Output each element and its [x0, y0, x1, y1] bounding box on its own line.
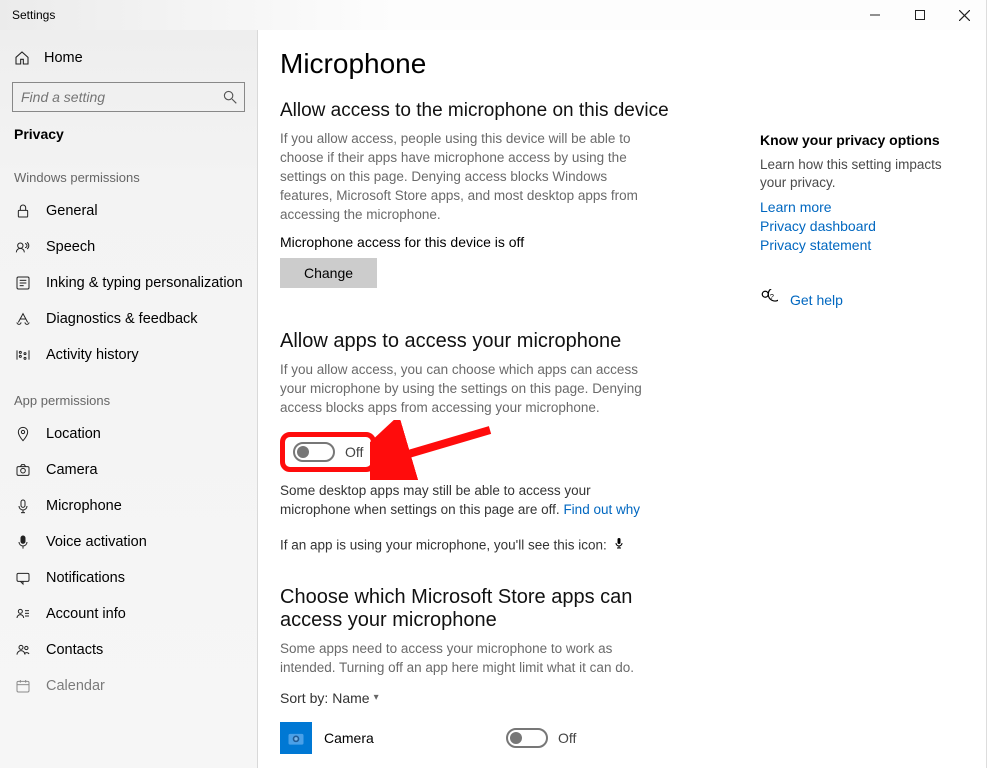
- sort-by[interactable]: Sort by: Name ▾: [280, 690, 720, 706]
- search-wrap: [12, 82, 245, 112]
- device-access-status: Microphone access for this device is off: [280, 234, 720, 250]
- related-panel: Know your privacy options Learn how this…: [760, 94, 965, 768]
- titlebar: Settings: [0, 0, 987, 30]
- location-icon: [14, 426, 32, 442]
- highlight-annotation: Off: [280, 432, 376, 472]
- get-help-label: Get help: [790, 292, 843, 308]
- sidebar-item-voice-activation[interactable]: Voice activation: [0, 524, 257, 560]
- get-help[interactable]: ? Get help: [760, 289, 965, 310]
- diagnostics-icon: [14, 311, 32, 327]
- section-heading-device-access: Allow access to the microphone on this d…: [280, 100, 720, 122]
- find-out-why-link[interactable]: Find out why: [563, 502, 640, 517]
- sidebar-item-label: Camera: [46, 462, 98, 478]
- desc-device-access: If you allow access, people using this d…: [280, 130, 660, 224]
- minimize-button[interactable]: [852, 0, 897, 30]
- app-name: Camera: [324, 730, 494, 746]
- microphone-icon: [14, 498, 32, 514]
- calendar-icon: [14, 678, 32, 694]
- speech-icon: [14, 239, 32, 255]
- account-info-icon: [14, 606, 32, 622]
- chevron-down-icon: ▾: [374, 692, 379, 703]
- inking-icon: [14, 275, 32, 291]
- sidebar-item-label: Contacts: [46, 642, 103, 658]
- sidebar-item-microphone[interactable]: Microphone: [0, 488, 257, 524]
- page-title: Microphone: [280, 48, 965, 80]
- section-app-permissions: App permissions: [0, 373, 257, 416]
- sidebar: Home Privacy Windows permissions General…: [0, 30, 258, 768]
- section-heading-apps-access: Allow apps to access your microphone: [280, 330, 720, 353]
- home-nav[interactable]: Home: [0, 42, 257, 74]
- sidebar-item-label: Inking & typing personalization: [46, 275, 243, 291]
- apps-access-toggle-label: Off: [345, 444, 363, 460]
- window-title: Settings: [0, 8, 55, 22]
- sidebar-item-label: Account info: [46, 606, 126, 622]
- sidebar-item-general[interactable]: General: [0, 193, 257, 229]
- search-icon: [223, 90, 237, 107]
- sidebar-item-contacts[interactable]: Contacts: [0, 632, 257, 668]
- desc-store-apps: Some apps need to access your microphone…: [280, 640, 660, 678]
- sidebar-item-label: Speech: [46, 239, 95, 255]
- note-desktop-apps: Some desktop apps may still be able to a…: [280, 482, 660, 520]
- main-content: Microphone Allow access to the microphon…: [258, 30, 987, 768]
- sidebar-item-label: Voice activation: [46, 534, 147, 550]
- notifications-icon: [14, 570, 32, 586]
- app-row-camera: Camera Off: [280, 718, 720, 764]
- related-heading: Know your privacy options: [760, 132, 965, 148]
- sidebar-item-speech[interactable]: Speech: [0, 229, 257, 265]
- search-input[interactable]: [12, 82, 245, 112]
- sidebar-item-label: General: [46, 203, 98, 219]
- lock-icon: [14, 203, 32, 219]
- sidebar-item-diagnostics[interactable]: Diagnostics & feedback: [0, 301, 257, 337]
- activity-icon: [14, 347, 32, 363]
- content-column: Allow access to the microphone on this d…: [280, 94, 720, 768]
- app-toggle-camera[interactable]: [506, 728, 548, 748]
- sidebar-item-label: Diagnostics & feedback: [46, 311, 198, 327]
- app-toggle-label: Off: [558, 730, 576, 746]
- link-privacy-dashboard[interactable]: Privacy dashboard: [760, 218, 965, 234]
- section-windows-permissions: Windows permissions: [0, 150, 257, 193]
- sidebar-item-label: Calendar: [46, 678, 105, 694]
- svg-text:?: ?: [770, 292, 774, 301]
- current-page-label: Privacy: [0, 118, 257, 150]
- home-icon: [14, 50, 30, 66]
- sidebar-item-label: Activity history: [46, 347, 139, 363]
- sidebar-item-label: Microphone: [46, 498, 122, 514]
- voice-activation-icon: [14, 534, 32, 550]
- sidebar-item-inking[interactable]: Inking & typing personalization: [0, 265, 257, 301]
- home-label: Home: [44, 50, 83, 66]
- arrow-annotation: [370, 420, 500, 480]
- sidebar-item-camera[interactable]: Camera: [0, 452, 257, 488]
- change-button[interactable]: Change: [280, 258, 377, 288]
- app-row-cortana: Cortana Off: [280, 764, 720, 768]
- sidebar-item-location[interactable]: Location: [0, 416, 257, 452]
- sidebar-item-calendar[interactable]: Calendar: [0, 668, 257, 704]
- sidebar-item-activity-history[interactable]: Activity history: [0, 337, 257, 373]
- icon-line: If an app is using your microphone, you'…: [280, 536, 660, 556]
- link-learn-more[interactable]: Learn more: [760, 199, 965, 215]
- help-icon: ?: [760, 289, 778, 310]
- close-button[interactable]: [942, 0, 987, 30]
- sidebar-item-notifications[interactable]: Notifications: [0, 560, 257, 596]
- maximize-button[interactable]: [897, 0, 942, 30]
- camera-icon: [14, 462, 32, 478]
- sidebar-item-account-info[interactable]: Account info: [0, 596, 257, 632]
- mic-indicator-icon: [613, 536, 625, 556]
- sidebar-item-label: Notifications: [46, 570, 125, 586]
- apps-access-toggle[interactable]: [293, 442, 335, 462]
- link-privacy-statement[interactable]: Privacy statement: [760, 237, 965, 253]
- related-text: Learn how this setting impacts your priv…: [760, 156, 965, 191]
- app-tile-camera: [280, 722, 312, 754]
- window-controls: [852, 0, 987, 30]
- desc-apps-access: If you allow access, you can choose whic…: [280, 361, 660, 418]
- contacts-icon: [14, 642, 32, 658]
- section-heading-store-apps: Choose which Microsoft Store apps can ac…: [280, 586, 660, 632]
- sidebar-item-label: Location: [46, 426, 101, 442]
